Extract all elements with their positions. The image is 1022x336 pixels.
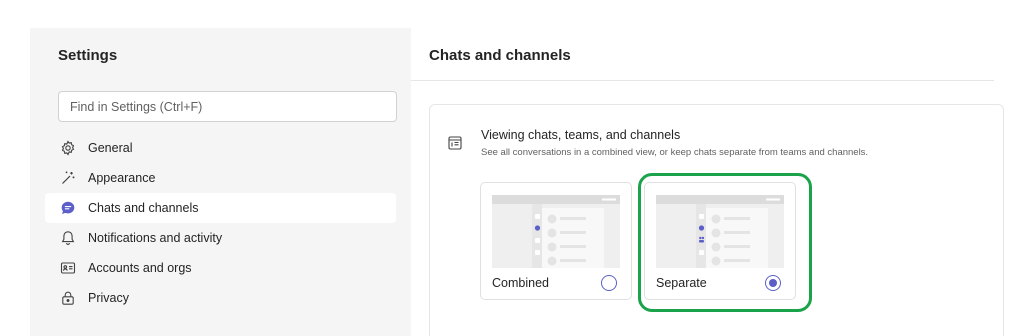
sidebar-item-label: Privacy bbox=[88, 291, 129, 305]
section-description: See all conversations in a combined view… bbox=[481, 147, 869, 158]
settings-nav: General Appearance Chats and channels No… bbox=[45, 133, 396, 313]
sidebar-item-privacy[interactable]: Privacy bbox=[45, 283, 396, 313]
settings-sidebar: Settings General bbox=[30, 28, 411, 336]
header-divider bbox=[411, 80, 994, 81]
bell-icon bbox=[59, 229, 77, 247]
magic-wand-icon bbox=[59, 169, 77, 187]
separate-option-label: Separate bbox=[656, 276, 707, 290]
settings-search-box[interactable] bbox=[58, 91, 397, 122]
sidebar-item-label: Accounts and orgs bbox=[88, 261, 192, 275]
sidebar-item-label: Notifications and activity bbox=[88, 231, 223, 245]
sidebar-item-accounts-and-orgs[interactable]: Accounts and orgs bbox=[45, 253, 396, 283]
separate-view-preview bbox=[656, 195, 784, 268]
combined-option-label: Combined bbox=[492, 276, 549, 290]
lock-icon bbox=[59, 289, 77, 307]
combined-radio[interactable] bbox=[601, 275, 617, 291]
sidebar-item-label: General bbox=[88, 141, 133, 155]
sidebar-item-appearance[interactable]: Appearance bbox=[45, 163, 396, 193]
sidebar-item-chats-and-channels[interactable]: Chats and channels bbox=[45, 193, 396, 223]
separate-radio[interactable] bbox=[765, 275, 781, 291]
combined-view-option[interactable]: Combined bbox=[480, 182, 632, 300]
settings-title: Settings bbox=[58, 47, 118, 64]
section-heading: Viewing chats, teams, and channels bbox=[481, 128, 681, 142]
page-title: Chats and channels bbox=[429, 47, 571, 64]
gear-icon bbox=[59, 139, 77, 157]
sidebar-item-general[interactable]: General bbox=[45, 133, 396, 163]
combined-view-preview bbox=[492, 195, 620, 268]
sidebar-item-label: Chats and channels bbox=[88, 201, 199, 215]
id-card-icon bbox=[59, 259, 77, 277]
separate-view-option[interactable]: Separate bbox=[644, 182, 796, 300]
viewing-section-card: Viewing chats, teams, and channels See a… bbox=[429, 104, 1004, 336]
layout-icon bbox=[447, 135, 463, 151]
sidebar-item-notifications[interactable]: Notifications and activity bbox=[45, 223, 396, 253]
settings-search-input[interactable] bbox=[59, 92, 396, 121]
sidebar-item-label: Appearance bbox=[88, 171, 156, 185]
chat-icon bbox=[59, 199, 77, 217]
teams-settings-window: Settings General bbox=[0, 0, 1022, 336]
